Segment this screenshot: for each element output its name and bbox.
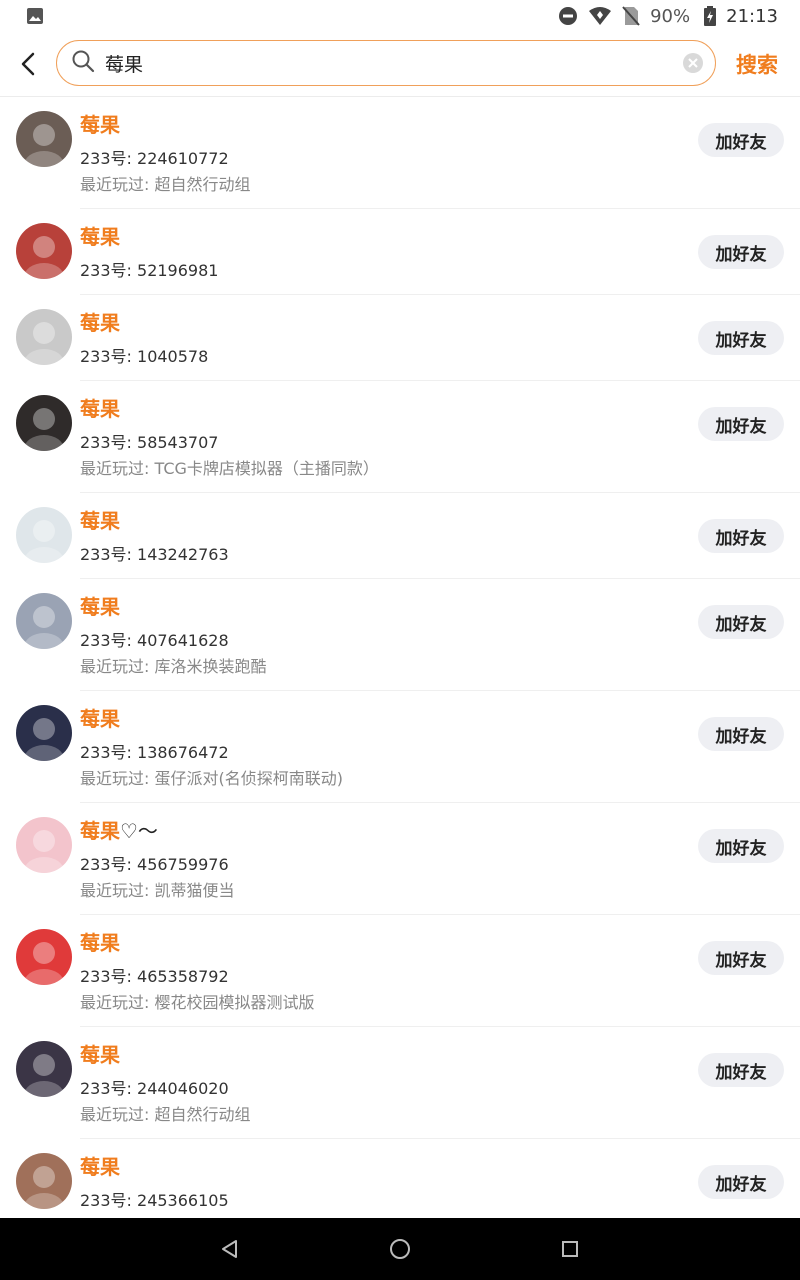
navigation-bar [0,1218,800,1280]
status-bar: 90% 21:13 [0,0,800,32]
search-icon [71,49,95,77]
no-sim-icon [622,6,640,26]
user-name-text: 莓果 [80,397,120,421]
avatar[interactable] [16,929,72,985]
circle-home-icon [390,1239,410,1259]
add-friend-button[interactable]: 加好友 [698,605,784,639]
user-name-text: 莓果 [80,1155,120,1179]
user-id: 233号: 224610772 [80,149,229,168]
chevron-left-icon [21,52,35,76]
user-id: 233号: 138676472 [80,743,229,762]
battery-percent: 90% [650,5,691,27]
avatar[interactable] [16,1153,72,1209]
user-id: 233号: 245366105 [80,1191,229,1210]
user-id: 233号: 244046020 [80,1079,229,1098]
result-row[interactable]: 莓果 233号: 52196981 加好友 [0,209,800,295]
user-name: 莓果 [80,393,120,422]
square-recents-icon [562,1241,578,1257]
result-row[interactable]: 莓果 233号: 244046020 最近玩过: 超自然行动组 加好友 [0,1027,800,1139]
avatar[interactable] [16,309,72,365]
user-id: 233号: 456759976 [80,855,229,874]
user-name-text: 莓果 [80,595,120,619]
add-friend-button[interactable]: 加好友 [698,1165,784,1199]
nav-back-button[interactable] [215,1234,245,1264]
search-field[interactable] [56,40,716,86]
search-button[interactable]: 搜索 [736,32,778,96]
avatar[interactable] [16,1041,72,1097]
add-friend-button[interactable]: 加好友 [698,123,784,157]
avatar[interactable] [16,395,72,451]
user-name-suffix: ♡〜 [120,819,158,843]
add-friend-button[interactable]: 加好友 [698,519,784,553]
add-friend-button[interactable]: 加好友 [698,1053,784,1087]
user-name: 莓果 [80,703,120,732]
avatar[interactable] [16,593,72,649]
clock: 21:13 [726,5,778,27]
user-name: 莓果 [80,591,120,620]
avatar[interactable] [16,507,72,563]
add-friend-button[interactable]: 加好友 [698,941,784,975]
user-name: 莓果 [80,109,120,138]
nav-recents-button[interactable] [555,1234,585,1264]
user-id: 233号: 58543707 [80,433,219,452]
user-name: 莓果 [80,307,120,336]
avatar[interactable] [16,817,72,873]
result-row[interactable]: 莓果 233号: 138676472 最近玩过: 蛋仔派对(名侦探柯南联动) 加好友 [0,691,800,803]
image-notification-icon [26,7,44,25]
user-name: 莓果 [80,505,120,534]
result-row[interactable]: 莓果233号: 245366105最近玩过: 蛋仔派对(名侦探柯南联动)加好友 [0,1139,800,1219]
search-input[interactable] [103,51,683,75]
result-row[interactable]: 莓果 233号: 1040578 加好友 [0,295,800,381]
add-friend-button[interactable]: 加好友 [698,829,784,863]
result-row[interactable]: 莓果 233号: 407641628 最近玩过: 库洛米换装跑酷 加好友 [0,579,800,691]
search-header: 搜索 [0,32,800,96]
search-results-list: 莓果 233号: 224610772 最近玩过: 超自然行动组 加好友 莓果 233号: … [0,96,800,1219]
add-friend-button[interactable]: 加好友 [698,407,784,441]
user-id: 233号: 465358792 [80,967,229,986]
close-icon [688,58,698,68]
recently-played: 最近玩过: TCG卡牌店模拟器（主播同款） [80,459,379,478]
recently-played: 最近玩过: 樱花校园模拟器测试版 [80,993,315,1012]
add-friend-button[interactable]: 加好友 [698,717,784,751]
add-friend-button[interactable]: 加好友 [698,235,784,269]
wifi-icon [588,6,612,26]
recently-played: 最近玩过: 超自然行动组 [80,1105,251,1124]
user-id: 233号: 407641628 [80,631,229,650]
user-name-text: 莓果 [80,819,120,843]
user-name-text: 莓果 [80,509,120,533]
user-id: 233号: 143242763 [80,545,229,564]
result-row[interactable]: 莓果 233号: 58543707 最近玩过: TCG卡牌店模拟器（主播同款） 加好友 [0,381,800,493]
avatar[interactable] [16,705,72,761]
user-name: 莓果 [80,927,120,956]
avatar[interactable] [16,223,72,279]
user-id: 233号: 52196981 [80,261,219,280]
user-name-text: 莓果 [80,931,120,955]
recently-played: 最近玩过: 蛋仔派对(名侦探柯南联动) [80,769,343,788]
user-name: 莓果♡〜 [80,815,158,844]
recently-played: 最近玩过: 超自然行动组 [80,175,251,194]
battery-charging-icon [704,6,717,26]
result-row[interactable]: 莓果 233号: 143242763 加好友 [0,493,800,579]
user-name-text: 莓果 [80,113,120,137]
result-row[interactable]: 莓果 233号: 465358792 最近玩过: 樱花校园模拟器测试版 加好友 [0,915,800,1027]
recently-played: 最近玩过: 凯蒂猫便当 [80,881,235,900]
user-name-text: 莓果 [80,707,120,731]
add-friend-button[interactable]: 加好友 [698,321,784,355]
user-name: 莓果 [80,1039,120,1068]
clear-search-button[interactable] [683,53,703,73]
nav-home-button[interactable] [385,1234,415,1264]
triangle-back-icon [222,1240,237,1258]
result-row[interactable]: 莓果 233号: 224610772 最近玩过: 超自然行动组 加好友 [0,97,800,209]
user-name-text: 莓果 [80,1043,120,1067]
user-name-text: 莓果 [80,225,120,249]
recently-played: 最近玩过: 库洛米换装跑酷 [80,657,267,676]
back-button[interactable] [0,32,56,96]
user-id: 233号: 1040578 [80,347,209,366]
result-row[interactable]: 莓果♡〜 233号: 456759976 最近玩过: 凯蒂猫便当 加好友 [0,803,800,915]
user-name: 莓果 [80,1151,120,1180]
do-not-disturb-icon [558,6,578,26]
user-name-text: 莓果 [80,311,120,335]
avatar[interactable] [16,111,72,167]
user-name: 莓果 [80,221,120,250]
